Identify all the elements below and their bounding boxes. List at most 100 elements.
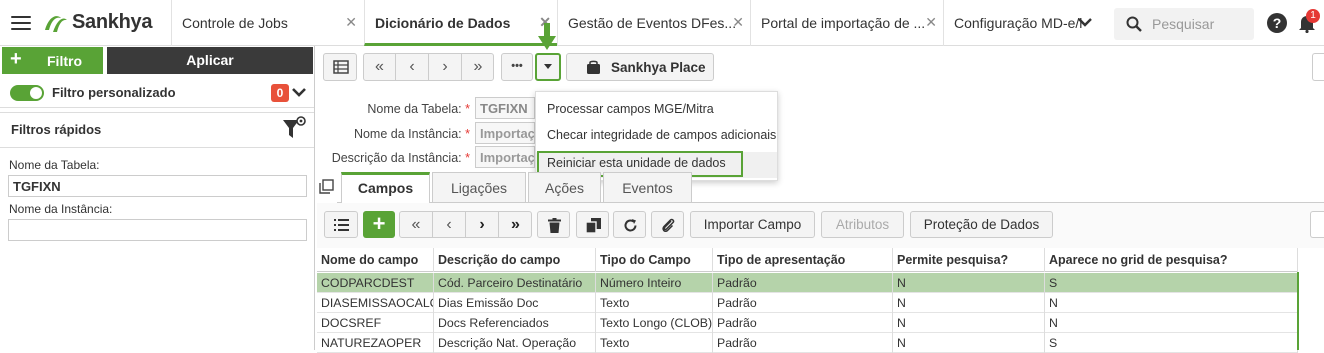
refresh-button[interactable] <box>613 211 646 238</box>
add-record-button[interactable]: + <box>363 211 395 238</box>
menu-icon[interactable] <box>11 16 31 30</box>
menu-item-processar-campos[interactable]: Processar campos MGE/Mitra <box>547 102 714 116</box>
table-cell: Texto Longo (CLOB) <box>596 313 713 333</box>
search-box[interactable]: Pesquisar <box>1114 8 1254 40</box>
column-header[interactable]: Aparece no grid de pesquisa? <box>1045 248 1298 272</box>
tab-portal-importacao[interactable]: Portal de importação de ... ✕ <box>750 0 943 46</box>
column-header[interactable]: Nome do campo <box>317 248 434 272</box>
tab-eventos[interactable]: Eventos <box>603 172 692 202</box>
table-name-filter-label: Nome da Tabela: <box>9 158 100 172</box>
form-label-instance-name: Nome da Instância: * <box>353 127 470 141</box>
table-cell: Padrão <box>713 333 893 353</box>
table-cell: N <box>893 333 1045 353</box>
menu-item-reiniciar-unidade[interactable]: Reiniciar esta unidade de dados <box>547 156 726 170</box>
list-view-button[interactable] <box>324 211 358 238</box>
shopping-bag-icon <box>587 60 600 74</box>
refresh-icon <box>624 219 637 232</box>
column-header[interactable]: Permite pesquisa? <box>893 248 1045 272</box>
first-record-icon[interactable]: « <box>400 212 433 237</box>
close-icon[interactable]: ✕ <box>345 14 357 31</box>
label-text: Nome da Tabela: <box>367 102 462 116</box>
tab-label: Dicionário de Dados <box>375 15 511 31</box>
close-icon[interactable]: ✕ <box>732 14 744 31</box>
close-icon[interactable]: ✕ <box>925 14 937 31</box>
chevron-down-icon[interactable] <box>1078 17 1092 27</box>
sankhya-logo-icon <box>45 16 67 32</box>
tab-campos[interactable]: Campos <box>341 172 430 203</box>
last-record-icon[interactable]: » <box>462 54 494 80</box>
table-cell: DIASEMISSAOCALC <box>317 293 434 313</box>
attributes-button[interactable]: Atributos <box>821 211 904 238</box>
table-cell: Texto <box>596 333 713 353</box>
help-icon[interactable]: ? <box>1267 13 1287 33</box>
first-record-icon[interactable]: « <box>364 54 396 80</box>
filter-button[interactable]: + Filtro <box>2 47 103 74</box>
previous-record-icon[interactable]: ‹ <box>396 54 429 80</box>
instance-name-filter-label: Nome da Instância: <box>9 202 113 216</box>
top-bar: Sankhya Controle de Jobs ✕ Dicionário de… <box>0 0 1324 46</box>
table-cell: Padrão <box>713 293 893 313</box>
instance-name-field[interactable]: Importaç <box>475 122 535 144</box>
table-cell: Número Inteiro <box>596 273 713 293</box>
table-cell: Cód. Parceiro Destinatário <box>434 273 596 293</box>
grid-header: Nome do campo Descrição do campo Tipo do… <box>317 248 1298 272</box>
table-cell: Padrão <box>713 273 893 293</box>
attachment-button[interactable] <box>651 211 684 238</box>
more-options-button[interactable]: ••• <box>501 53 533 81</box>
paperclip-icon <box>662 218 675 233</box>
chevron-down-icon[interactable] <box>291 84 307 100</box>
table-name-field[interactable]: TGFIXN <box>475 97 535 119</box>
table-row[interactable]: DIASEMISSAOCALC Dias Emissão Doc Texto P… <box>317 293 1298 313</box>
table-cell: Descrição Nat. Operação <box>434 333 596 353</box>
navigation-group: « ‹ › » <box>363 53 494 81</box>
actions-dropdown-menu: Processar campos MGE/Mitra Checar integr… <box>535 91 778 181</box>
table-cell: N <box>1045 293 1298 313</box>
table-cell: Docs Referenciados <box>434 313 596 333</box>
previous-record-icon[interactable]: ‹ <box>433 212 466 237</box>
table-cell: N <box>893 313 1045 333</box>
right-edge-button[interactable] <box>1310 211 1324 238</box>
table-row[interactable]: CODPARCDEST Cód. Parceiro Destinatário N… <box>317 273 1298 293</box>
next-record-icon[interactable]: › <box>429 54 462 80</box>
table-row[interactable]: NATUREZAOPER Descrição Nat. Operação Tex… <box>317 333 1298 353</box>
table-row[interactable]: DOCSREF Docs Referenciados Texto Longo (… <box>317 313 1298 333</box>
form-label-table-name: Nome da Tabela: * <box>367 102 470 116</box>
delete-button[interactable] <box>537 211 570 238</box>
grid-view-button[interactable] <box>323 53 357 81</box>
sankhya-place-label: Sankhya Place <box>611 60 706 75</box>
table-cell: S <box>1045 333 1298 353</box>
right-edge-button[interactable] <box>1312 53 1324 81</box>
column-header[interactable]: Tipo do Campo <box>596 248 713 272</box>
tab-controle-jobs[interactable]: Controle de Jobs ✕ <box>171 0 363 46</box>
plus-icon: + <box>10 48 22 70</box>
tab-ligacoes[interactable]: Ligações <box>432 172 526 202</box>
tab-dicionario-dados[interactable]: Dicionário de Dados ✕ <box>364 0 557 46</box>
tab-acoes[interactable]: Ações <box>528 172 601 202</box>
table-cell: Dias Emissão Doc <box>434 293 596 313</box>
table-name-filter-input[interactable]: TGFIXN <box>8 175 307 197</box>
apply-button[interactable]: Aplicar <box>107 47 313 74</box>
sankhya-place-button[interactable]: Sankhya Place <box>566 53 714 81</box>
tab-gestao-eventos[interactable]: Gestão de Eventos DFes... ✕ <box>557 0 750 46</box>
grid-navigation-group: « ‹ › » <box>399 211 532 238</box>
search-icon <box>1126 16 1142 32</box>
search-placeholder: Pesquisar <box>1152 16 1215 32</box>
table-cell: NATUREZAOPER <box>317 333 434 353</box>
custom-filter-toggle[interactable] <box>10 85 44 101</box>
data-protection-button[interactable]: Proteção de Dados <box>910 211 1053 238</box>
import-field-button[interactable]: Importar Campo <box>690 211 815 238</box>
copy-icon[interactable] <box>319 179 334 194</box>
column-header[interactable]: Descrição do campo <box>434 248 596 272</box>
duplicate-icon <box>586 218 601 233</box>
actions-dropdown-button[interactable] <box>535 53 561 81</box>
next-record-icon[interactable]: › <box>466 212 499 237</box>
last-record-icon[interactable]: » <box>499 212 532 237</box>
panel-divider <box>314 46 315 350</box>
instance-name-filter-input[interactable] <box>8 219 307 241</box>
menu-item-checar-integridade[interactable]: Checar integridade de campos adicionais <box>547 128 776 142</box>
table-cell: Padrão <box>713 313 893 333</box>
instance-description-field[interactable]: Importaç <box>475 146 535 168</box>
filter-settings-icon[interactable] <box>282 116 306 142</box>
duplicate-button[interactable] <box>576 211 609 238</box>
column-header[interactable]: Tipo de apresentação <box>713 248 893 272</box>
